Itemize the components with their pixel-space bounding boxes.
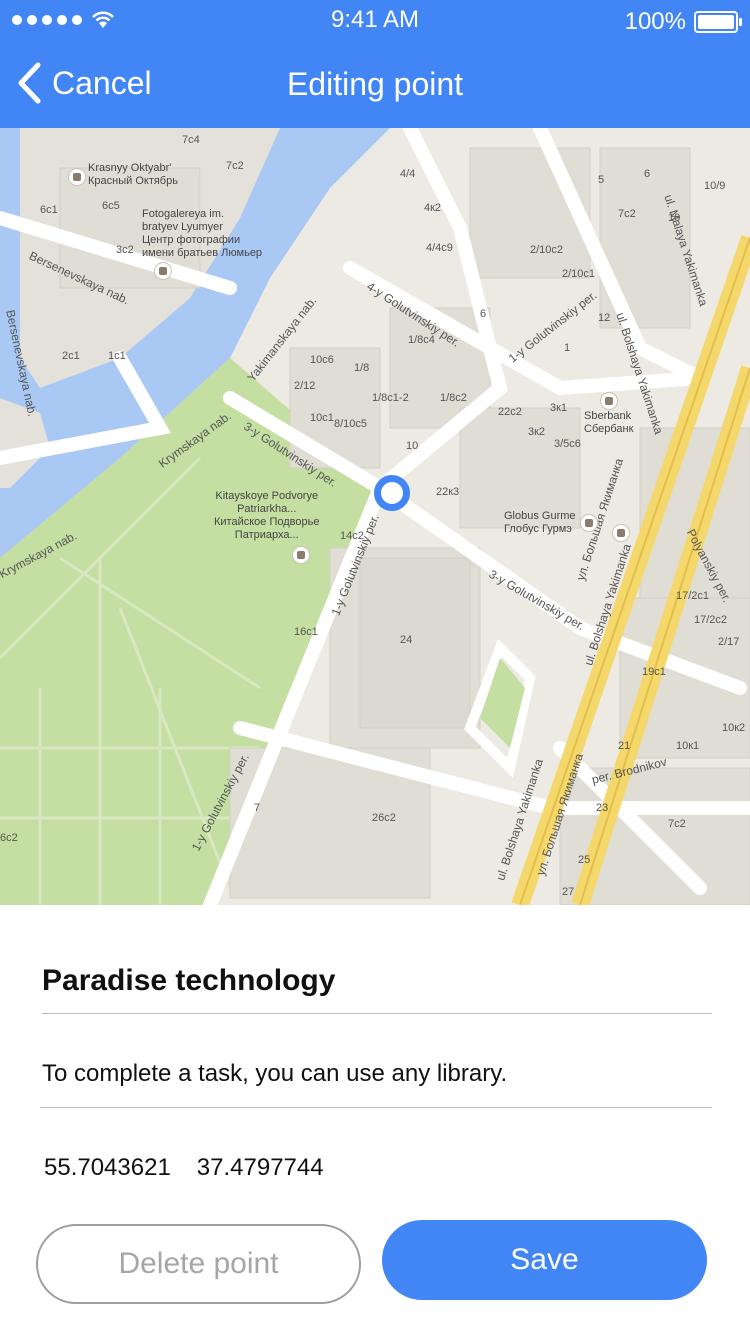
building-number: 19c1 <box>642 666 666 678</box>
building-number: 6c2 <box>0 832 18 844</box>
longitude-value: 37.4797744 <box>196 1154 324 1181</box>
building-number: 3c2 <box>116 244 134 256</box>
building-number: 3/5c6 <box>554 438 581 450</box>
title-divider <box>42 1013 712 1014</box>
building-number: 1/8c2 <box>440 392 467 404</box>
delete-point-label: Delete point <box>118 1247 279 1280</box>
page-title: Editing point <box>286 66 464 102</box>
building-number: 7c2 <box>668 818 686 830</box>
building-number: 27 <box>562 886 575 898</box>
museum-icon[interactable] <box>154 262 172 280</box>
building-number: 4/4c9 <box>426 242 453 254</box>
building-number: 23 <box>596 802 609 814</box>
building-number: 22к3 <box>436 486 460 498</box>
poi-label[interactable]: Fotogalereya im. bratyev Lyumyer Центр фот… <box>142 208 262 260</box>
building-number: 1 <box>564 342 571 354</box>
building-number: 25 <box>578 854 591 866</box>
building-number: 14c2 <box>340 530 364 542</box>
building-number: 4к2 <box>424 202 442 214</box>
save-button[interactable]: Save <box>382 1220 707 1300</box>
building-number: 2c1 <box>62 350 80 362</box>
building-number: 10c1 <box>310 412 334 424</box>
building-number: 6c1 <box>40 204 58 216</box>
building-number: 26c2 <box>372 812 396 824</box>
point-title-field[interactable]: Paradise technology <box>42 964 335 998</box>
poi-label[interactable]: Krasnyy Oktyabr' Красный Октябрь <box>88 162 178 188</box>
battery-indicator: 100% <box>624 8 742 36</box>
poi-label[interactable]: Kitayskoye Podvorye Patriarkha... Китайско… <box>214 490 319 542</box>
coordinates: 55.7043621 37.4797744 <box>44 1154 324 1182</box>
save-label: Save <box>510 1243 579 1276</box>
bus-stop-icon[interactable] <box>612 524 630 542</box>
building-number: 17/2c1 <box>676 590 710 602</box>
building-number: 7c2 <box>618 208 636 220</box>
building-number: 10к1 <box>676 740 700 752</box>
building-number: 10 <box>406 440 419 452</box>
building-number: 10/9 <box>704 180 726 192</box>
building-number: 7c2 <box>226 160 244 172</box>
battery-percent: 100% <box>624 8 686 35</box>
shopping-icon[interactable] <box>68 168 86 186</box>
building-number: 3к2 <box>528 426 546 438</box>
building-number: 2/10c2 <box>530 244 564 256</box>
building-number: 1/8 <box>354 362 370 374</box>
church-icon[interactable] <box>292 546 310 564</box>
status-bar: 9:41 AM 100% <box>0 0 750 40</box>
building-number: 2/10c1 <box>562 268 596 280</box>
building-number: 7 <box>254 802 261 814</box>
delete-point-button[interactable]: Delete point <box>36 1224 361 1304</box>
building-number: 3к1 <box>550 402 568 414</box>
bank-icon[interactable] <box>600 392 618 410</box>
building-number: 17/2c2 <box>694 614 728 626</box>
building-number: 4/4 <box>400 168 416 180</box>
building-number: 12 <box>598 312 611 324</box>
building-number: 10c6 <box>310 354 334 366</box>
point-description-field[interactable]: To complete a task, you can use any libr… <box>42 1060 507 1088</box>
poi-label[interactable]: Sberbank Сбербанк <box>584 410 633 436</box>
building-number: 16c1 <box>294 626 318 638</box>
building-number: 1c1 <box>108 350 126 362</box>
building-number: 5 <box>598 174 605 186</box>
building-number: 8/10c5 <box>334 418 368 430</box>
nav-bar: Cancel Editing point <box>0 40 750 128</box>
building-number: 10к2 <box>722 722 746 734</box>
building-number: 6 <box>480 308 487 320</box>
building-number: 6 <box>644 168 651 180</box>
building-number: 2/12 <box>294 380 316 392</box>
poi-label[interactable]: Globus Gurme Глобус Гурмэ <box>504 510 576 536</box>
building-number: 22c2 <box>498 406 522 418</box>
battery-icon <box>694 11 742 33</box>
building-number: 21 <box>618 740 631 752</box>
building-number: 7c4 <box>182 134 200 146</box>
building-number: 1/8c1-2 <box>372 392 409 404</box>
building-number: 10 <box>668 212 681 224</box>
building-number: 1/8c4 <box>408 334 435 346</box>
building-number: 24 <box>400 634 413 646</box>
map-view[interactable]: Bersenevskaya nab. Bersenevskaya nab. Ya… <box>0 128 750 905</box>
latitude-value: 55.7043621 <box>44 1154 171 1181</box>
building-number: 6c5 <box>102 200 120 212</box>
cart-icon[interactable] <box>580 514 598 532</box>
location-pin[interactable] <box>374 475 410 511</box>
building-number: 2/17 <box>718 636 740 648</box>
description-divider <box>40 1107 712 1108</box>
